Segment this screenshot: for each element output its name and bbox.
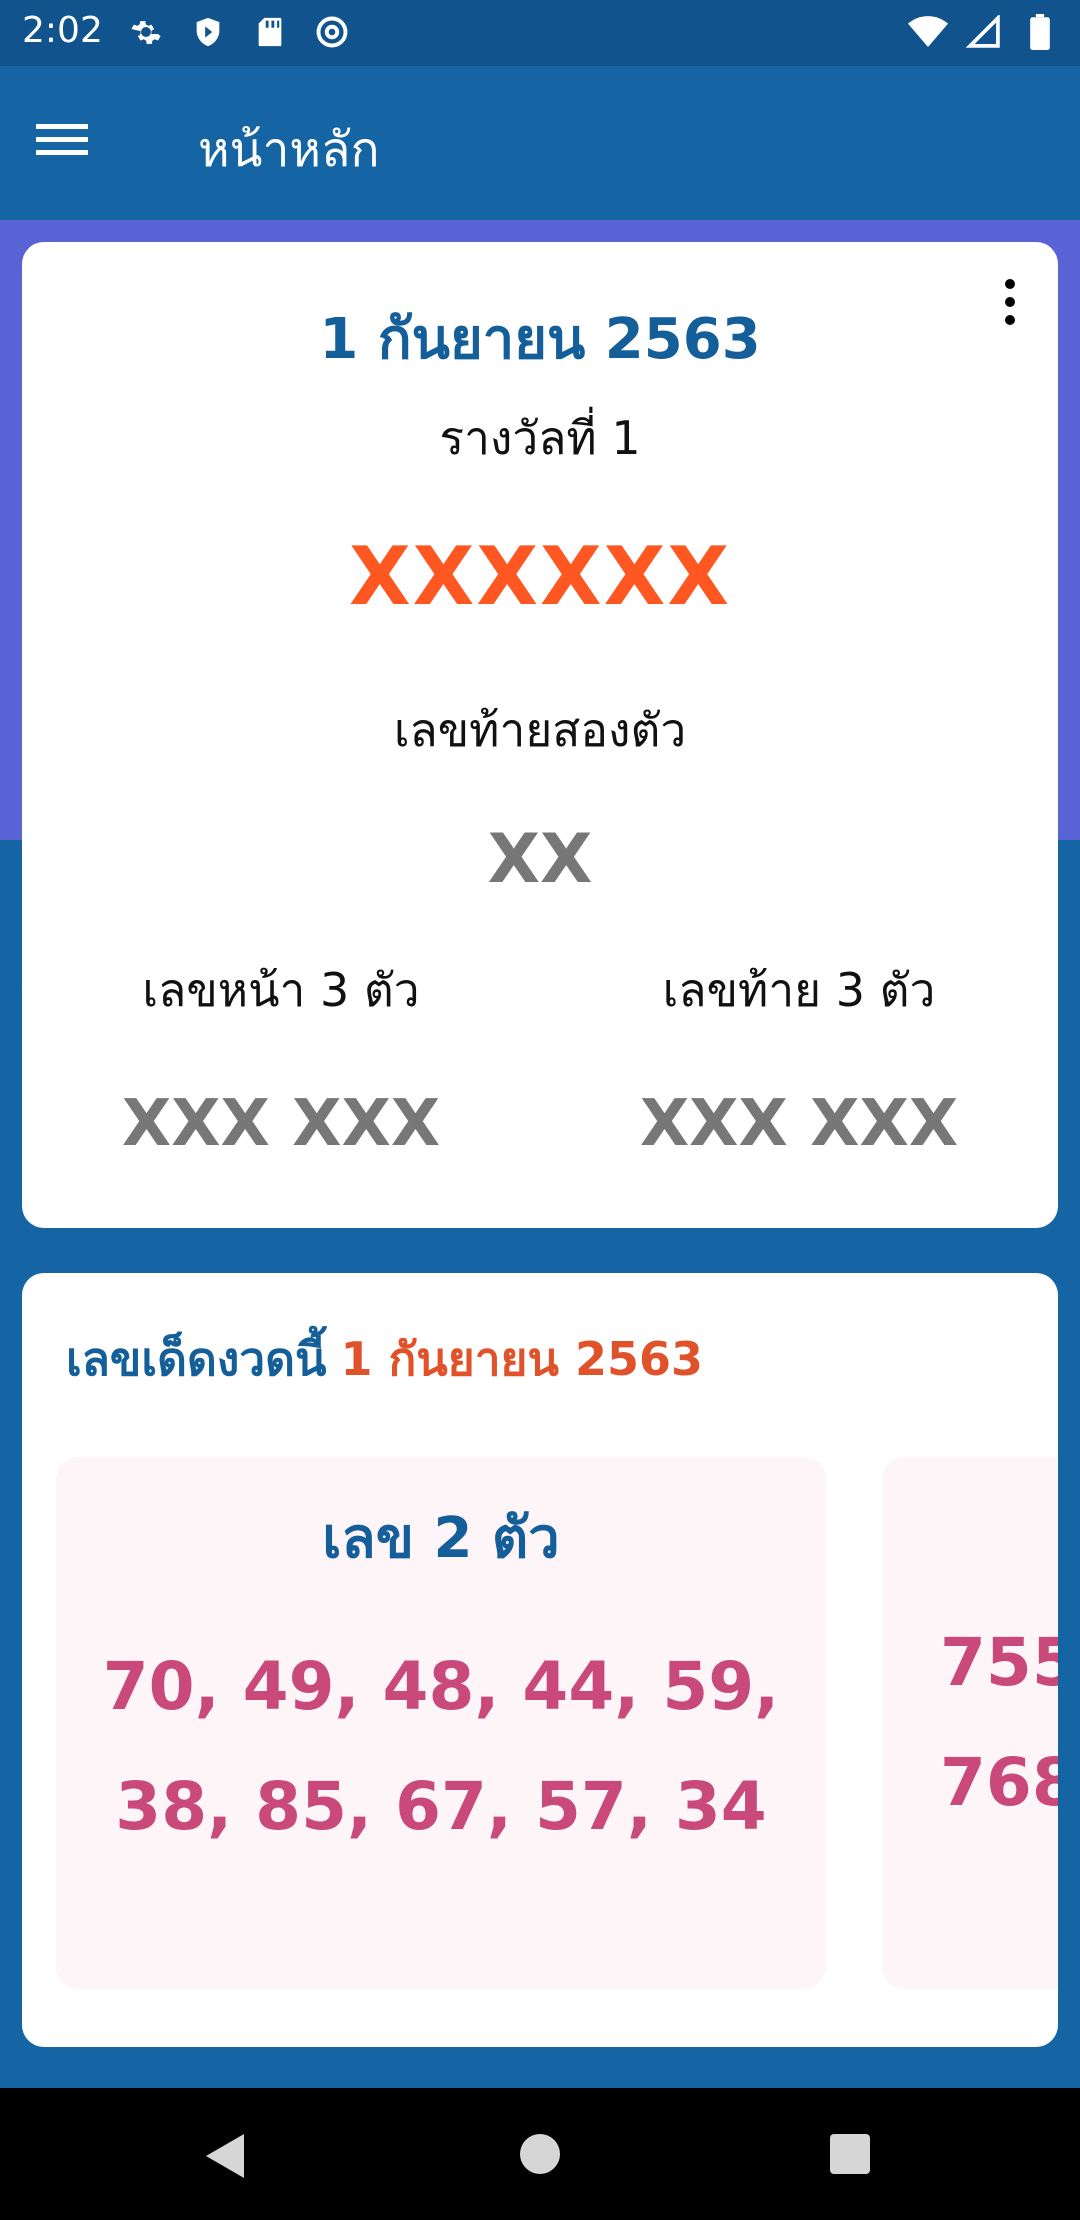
status-left-icons (126, 12, 352, 52)
lucky-numbers-heading: เลขเด็ดงวดนี้ 1 กันยายน 2563 (66, 1323, 703, 1396)
status-right-icons (908, 12, 1060, 52)
signal-icon (964, 12, 1004, 52)
more-vert-icon (1005, 279, 1015, 289)
back-three-label: เลขท้าย 3 ตัว (662, 963, 936, 1017)
draw-date: 1 กันยายน 2563 (319, 307, 761, 372)
hamburger-icon (36, 120, 90, 164)
lucky-numbers-title: เลขเด็ดงวดนี้ (66, 1332, 327, 1386)
page-title: หน้าหลัก (198, 122, 380, 178)
back-icon[interactable] (204, 2132, 248, 2184)
two-digit-panel[interactable]: เลข 2 ตัว 70, 49, 48, 44, 59, 38, 85, 67… (56, 1457, 826, 1989)
panel-numbers: 70, 49, 48, 44, 59, 38, 85, 67, 57, 34 (56, 1627, 826, 1867)
app-bar: หน้าหลัก (0, 66, 1080, 220)
panel-title: เลข 2 ตัว (322, 1506, 560, 1571)
numbers-line: 755 (940, 1624, 1058, 1701)
front-three-number: XXX XXX (121, 1087, 441, 1161)
status-bar: 2:02 (0, 0, 1080, 66)
recents-icon[interactable] (830, 2134, 870, 2174)
first-prize-label: รางวัลที่ 1 (439, 411, 641, 465)
gear-icon (126, 12, 166, 52)
navigation-bar (0, 2088, 1080, 2220)
at-sign-icon (312, 12, 352, 52)
home-icon[interactable] (520, 2134, 560, 2174)
last-two-digits-label: เลขท้ายสองตัว (393, 703, 687, 757)
numbers-line: 38, 85, 67, 57, 34 (115, 1768, 767, 1845)
panel-numbers: 755 768 (940, 1603, 1058, 1843)
wifi-icon (908, 12, 948, 52)
last-two-digits-number: XX (487, 820, 593, 899)
sd-card-icon (250, 12, 290, 52)
back-three-number: XXX XXX (639, 1087, 959, 1161)
lucky-numbers-date: 1 กันยายน 2563 (340, 1332, 703, 1386)
numbers-line: 768 (940, 1744, 1058, 1821)
first-prize-number: XXXXXX (348, 530, 732, 623)
lottery-result-card: 1 กันยายน 2563 รางวัลที่ 1 XXXXXX เลขท้า… (22, 242, 1058, 1228)
front-three-digits: เลขหน้า 3 ตัว XXX XXX (22, 954, 540, 1161)
shield-icon (188, 12, 228, 52)
lucky-numbers-card: เลขเด็ดงวดนี้ 1 กันยายน 2563 เลข 2 ตัว 70… (22, 1273, 1058, 2047)
menu-button[interactable] (36, 110, 116, 174)
three-digit-panel[interactable]: 755 768 (882, 1457, 1058, 1989)
numbers-line: 70, 49, 48, 44, 59, (102, 1648, 780, 1725)
status-time: 2:02 (22, 10, 103, 51)
front-three-label: เลขหน้า 3 ตัว (142, 963, 420, 1017)
battery-icon (1020, 12, 1060, 52)
back-three-digits: เลขท้าย 3 ตัว XXX XXX (540, 954, 1058, 1161)
